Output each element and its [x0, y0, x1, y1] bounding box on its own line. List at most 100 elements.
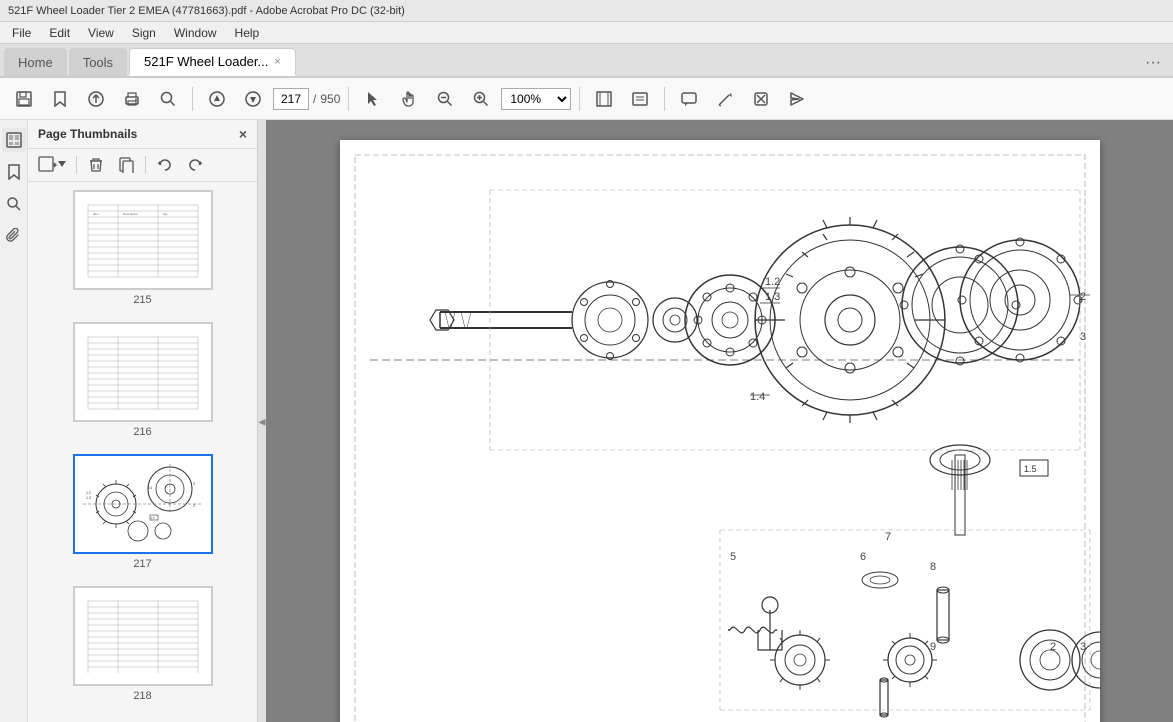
- menu-sign[interactable]: Sign: [124, 24, 164, 42]
- page-up-button[interactable]: [201, 83, 233, 115]
- thumbnail-label-215: 215: [133, 294, 151, 306]
- svg-text:3: 3: [1080, 641, 1086, 653]
- save-button[interactable]: [8, 83, 40, 115]
- svg-text:3: 3: [193, 482, 195, 486]
- separator-1: [192, 87, 193, 111]
- thumbnail-item-218: 218: [36, 586, 249, 702]
- page-navigation: / 950: [273, 88, 340, 110]
- redact-button[interactable]: [745, 83, 777, 115]
- sidebar-attachments-icon[interactable]: [2, 224, 26, 248]
- thumbnail-218[interactable]: [73, 586, 213, 686]
- svg-text:Item: Item: [93, 212, 99, 216]
- thumb-separator-2: [145, 156, 146, 174]
- thumb-select-dropdown[interactable]: [34, 153, 70, 177]
- panel-resize-handle[interactable]: ◂: [258, 120, 266, 722]
- thumb-rotate-ccw-button[interactable]: [152, 153, 178, 177]
- zoom-out-button[interactable]: [429, 83, 461, 115]
- select-tool-button[interactable]: [357, 83, 389, 115]
- menu-view[interactable]: View: [80, 24, 122, 42]
- tab-document-label: 521F Wheel Loader...: [144, 54, 268, 69]
- svg-text:1.2: 1.2: [765, 276, 780, 288]
- svg-text:1.4: 1.4: [750, 391, 765, 403]
- tab-close-button[interactable]: ×: [274, 56, 280, 68]
- separator-4: [664, 87, 665, 111]
- svg-text:2: 2: [193, 504, 195, 508]
- svg-text:2: 2: [1050, 641, 1056, 653]
- menu-bar: File Edit View Sign Window Help: [0, 22, 1173, 44]
- thumbnail-panel: Page Thumbnails ×: [28, 120, 258, 722]
- tab-document[interactable]: 521F Wheel Loader... ×: [129, 48, 296, 76]
- svg-text:7: 7: [885, 531, 891, 543]
- share-button[interactable]: [781, 83, 813, 115]
- menu-edit[interactable]: Edit: [41, 24, 78, 42]
- print-button[interactable]: [116, 83, 148, 115]
- upload-button[interactable]: [80, 83, 112, 115]
- tab-more-button[interactable]: ···: [1137, 50, 1169, 76]
- thumbnail-217[interactable]: 1.2 1.3 14 2 3 1.5: [73, 454, 213, 554]
- sidebar-thumbnails-icon[interactable]: [2, 128, 26, 152]
- svg-text:9: 9: [930, 641, 936, 653]
- markup-button[interactable]: [709, 83, 741, 115]
- svg-text:6: 6: [860, 551, 866, 563]
- thumb-delete-button[interactable]: [83, 153, 109, 177]
- hand-tool-button[interactable]: [393, 83, 425, 115]
- svg-text:14: 14: [148, 486, 152, 490]
- svg-text:1.5: 1.5: [1024, 464, 1037, 474]
- menu-file[interactable]: File: [4, 24, 39, 42]
- thumbnail-item-217: 1.2 1.3 14 2 3 1.5 217: [36, 454, 249, 570]
- pdf-page: 1.2 1.3 1.4 5 6 7 8 9 2 3 3 2 1.5: [340, 140, 1100, 722]
- sidebar-search-icon[interactable]: [2, 192, 26, 216]
- thumbnail-close-button[interactable]: ×: [239, 126, 247, 142]
- thumb-extract-button[interactable]: [113, 153, 139, 177]
- menu-help[interactable]: Help: [227, 24, 268, 42]
- separator-3: [579, 87, 580, 111]
- page-total: 950: [320, 92, 340, 106]
- svg-text:1.2: 1.2: [86, 491, 91, 495]
- tab-tools-label: Tools: [83, 55, 113, 70]
- zoom-search-button[interactable]: [152, 83, 184, 115]
- tab-bar: Home Tools 521F Wheel Loader... × ···: [0, 44, 1173, 78]
- thumbnail-label-216: 216: [133, 426, 151, 438]
- thumbnail-215[interactable]: Item Description Qty: [73, 190, 213, 290]
- title-text: 521F Wheel Loader Tier 2 EMEA (47781663)…: [8, 5, 405, 17]
- page-input[interactable]: [273, 88, 309, 110]
- thumbnail-item-215: Item Description Qty 215: [36, 190, 249, 306]
- tab-home[interactable]: Home: [4, 48, 67, 76]
- main-content: Page Thumbnails ×: [0, 120, 1173, 722]
- fit-page-button[interactable]: [588, 83, 620, 115]
- scroll-mode-button[interactable]: [624, 83, 656, 115]
- page-down-button[interactable]: [237, 83, 269, 115]
- svg-text:1.3: 1.3: [765, 291, 780, 303]
- thumbnail-panel-header: Page Thumbnails ×: [28, 120, 257, 149]
- thumbnail-list: Item Description Qty 215: [28, 182, 257, 722]
- thumbnail-toolbar: [28, 149, 257, 182]
- pdf-content-area[interactable]: 1.2 1.3 1.4 5 6 7 8 9 2 3 3 2 1.5: [266, 120, 1173, 722]
- comment-button[interactable]: [673, 83, 705, 115]
- svg-text:5: 5: [730, 551, 736, 563]
- separator-2: [348, 87, 349, 111]
- svg-text:1.3: 1.3: [86, 496, 91, 500]
- thumb-separator-1: [76, 156, 77, 174]
- thumbnail-panel-title: Page Thumbnails: [38, 127, 137, 141]
- thumbnail-item-216: 216: [36, 322, 249, 438]
- sidebar-bookmarks-icon[interactable]: [2, 160, 26, 184]
- thumbnail-216[interactable]: [73, 322, 213, 422]
- title-bar: 521F Wheel Loader Tier 2 EMEA (47781663)…: [0, 0, 1173, 22]
- page-separator: /: [313, 92, 316, 106]
- svg-text:3: 3: [1080, 331, 1086, 343]
- svg-text:Description: Description: [123, 212, 138, 216]
- toolbar: / 950 50% 75% 100% 125% 150% 200%: [0, 78, 1173, 120]
- zoom-in-button[interactable]: [465, 83, 497, 115]
- tab-home-label: Home: [18, 55, 53, 70]
- left-sidebar-icons: [0, 120, 28, 722]
- thumbnail-label-217: 217: [133, 558, 151, 570]
- zoom-select[interactable]: 50% 75% 100% 125% 150% 200%: [501, 88, 571, 110]
- menu-window[interactable]: Window: [166, 24, 225, 42]
- tab-tools[interactable]: Tools: [69, 48, 127, 76]
- svg-text:Qty: Qty: [163, 212, 168, 216]
- svg-text:1.5: 1.5: [151, 517, 155, 520]
- thumb-rotate-cw-button[interactable]: [182, 153, 208, 177]
- thumbnail-label-218: 218: [133, 690, 151, 702]
- bookmark-button[interactable]: [44, 83, 76, 115]
- svg-text:8: 8: [930, 561, 936, 573]
